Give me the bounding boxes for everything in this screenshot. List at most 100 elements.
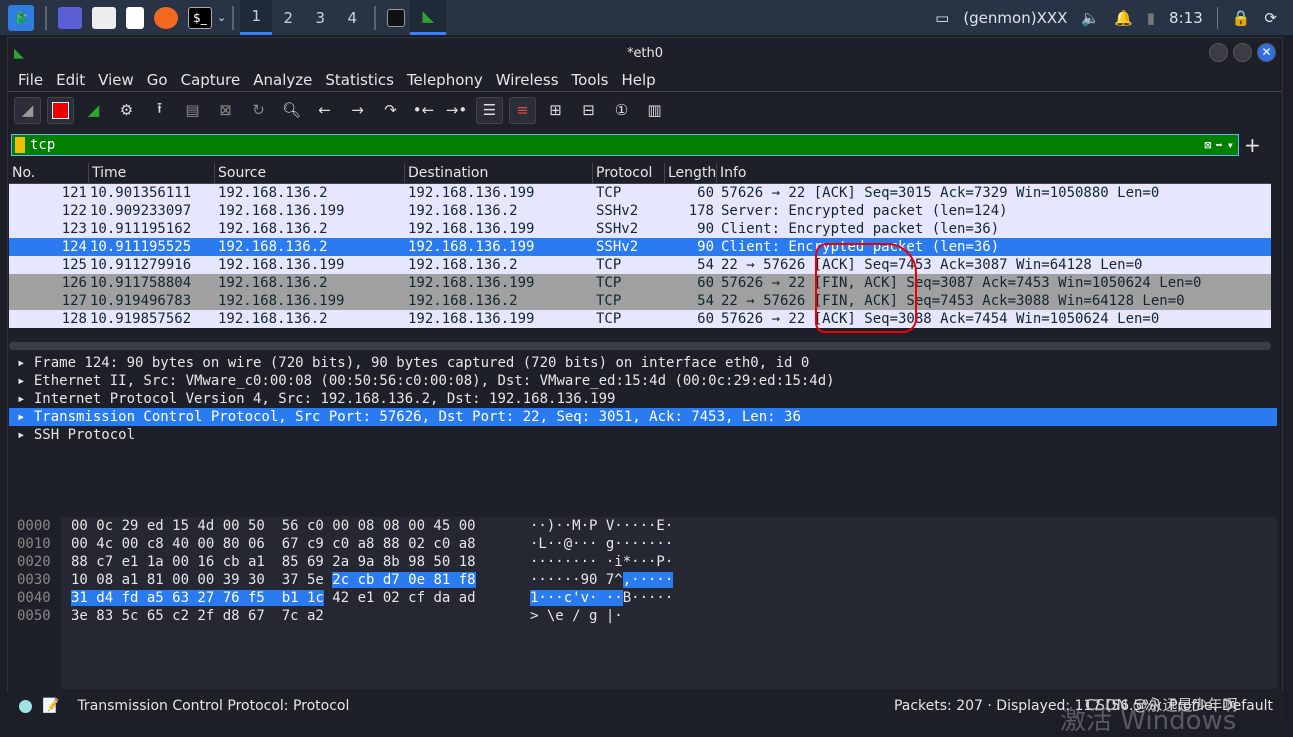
ascii-row[interactable]: ······90 7^,····· xyxy=(530,571,674,589)
genmon-label[interactable]: (genmon)XXX xyxy=(963,9,1067,27)
first-packet-icon[interactable]: •← xyxy=(410,97,437,124)
workspace-2[interactable]: 2 xyxy=(272,0,304,35)
packet-row[interactable]: 125 10.911279916 192.168.136.199 192.168.13… xyxy=(9,256,1271,274)
display-filter-input[interactable]: tcp ⊠ ➡ ▾ xyxy=(11,134,1239,156)
detail-ip[interactable]: ▸ Internet Protocol Version 4, Src: 192.… xyxy=(9,390,1277,408)
col-time[interactable]: Time xyxy=(89,162,215,184)
packet-row[interactable]: 127 10.919496783 192.168.136.199 192.168.13… xyxy=(9,292,1271,310)
hex-row[interactable]: 3e 83 5c 65 c2 2f d8 67 7c a2 xyxy=(71,607,476,625)
desktop-icon[interactable] xyxy=(58,6,82,29)
col-destination[interactable]: Destination xyxy=(405,162,593,184)
terminal-icon[interactable]: $_ xyxy=(188,6,212,29)
colorize-icon[interactable]: ≡ xyxy=(509,96,536,124)
find-packet-icon[interactable]: 🔍︎ xyxy=(278,97,305,124)
hex-row[interactable]: 31 d4 fd a5 63 27 76 f5 b1 1c 42 e1 02 c… xyxy=(71,589,476,607)
kali-menu-icon[interactable]: 🐉 xyxy=(8,4,34,31)
packet-row[interactable]: 121 10.901356111 192.168.136.2 192.168.136.… xyxy=(9,184,1271,202)
packet-row[interactable]: 122 10.909233097 192.168.136.199 192.168.13… xyxy=(9,202,1271,220)
battery-icon[interactable]: ▮ xyxy=(1147,9,1155,27)
bookmark-icon[interactable] xyxy=(15,137,25,153)
close-button[interactable]: ✕ xyxy=(1257,43,1276,62)
autoscroll-icon[interactable]: ☰ xyxy=(476,96,503,124)
hex-row[interactable]: 00 4c 00 c8 40 00 80 06 67 c9 c0 a8 88 0… xyxy=(71,535,476,553)
packet-row[interactable]: 123 10.911195162 192.168.136.2 192.168.136.… xyxy=(9,220,1271,238)
text-editor-icon[interactable] xyxy=(126,6,144,29)
save-file-icon[interactable]: ▤ xyxy=(179,97,206,124)
ascii-row[interactable]: ·L··@··· g······· xyxy=(530,535,673,553)
wireshark-task[interactable]: ◣ xyxy=(410,0,447,35)
apply-filter-icon[interactable]: ➡ xyxy=(1216,138,1223,152)
reload-file-icon[interactable]: ↻ xyxy=(245,97,272,124)
menu-edit[interactable]: Edit xyxy=(56,71,85,89)
ascii-row[interactable]: ··)··M·P V·····E· xyxy=(530,517,673,535)
lock-icon[interactable]: 🔒 xyxy=(1232,9,1251,27)
go-back-icon[interactable]: ← xyxy=(311,97,338,124)
terminal-task-icon[interactable] xyxy=(387,8,406,27)
normal-size-icon[interactable]: ① xyxy=(608,97,635,124)
menu-statistics[interactable]: Statistics xyxy=(325,71,394,89)
go-forward-icon[interactable]: → xyxy=(344,97,371,124)
resize-columns-icon[interactable]: ▥ xyxy=(641,97,668,124)
workspace-1[interactable]: 1 xyxy=(240,0,273,35)
capture-comment-icon[interactable]: 📝 xyxy=(42,698,59,714)
filter-text[interactable]: tcp xyxy=(30,137,55,153)
stop-capture-icon[interactable] xyxy=(47,96,74,124)
volume-icon[interactable]: 🔈 xyxy=(1081,9,1100,27)
ascii-row[interactable]: 1···c'v· ··B····· xyxy=(530,589,673,607)
ascii-row[interactable]: > \e / g |· xyxy=(530,607,673,625)
byte-offset[interactable]: 0020 xyxy=(17,553,61,571)
menu-tools[interactable]: Tools xyxy=(572,71,609,89)
byte-offset[interactable]: 0030 xyxy=(17,571,61,589)
expert-info-icon[interactable] xyxy=(19,699,32,713)
open-file-icon[interactable]: ⭱ xyxy=(146,97,173,124)
ascii-row[interactable]: ········ ·i*···P· xyxy=(530,553,673,571)
go-to-packet-icon[interactable]: ↷ xyxy=(377,97,404,124)
close-file-icon[interactable]: ⊠ xyxy=(212,97,239,124)
workspace-4[interactable]: 4 xyxy=(336,0,368,35)
menu-go[interactable]: Go xyxy=(147,71,168,89)
col-info[interactable]: Info xyxy=(717,163,1271,184)
hex-row[interactable]: 00 0c 29 ed 15 4d 00 50 56 c0 00 08 08 0… xyxy=(71,517,476,535)
capture-options-icon[interactable]: ⚙ xyxy=(113,97,140,124)
menu-capture[interactable]: Capture xyxy=(181,71,241,89)
detail-tcp[interactable]: ▸ Transmission Control Protocol, Src Por… xyxy=(9,408,1277,426)
minimize-button[interactable] xyxy=(1209,43,1228,62)
chevron-down-icon[interactable]: ⌄ xyxy=(217,11,226,24)
restart-capture-icon[interactable]: ◢ xyxy=(80,97,107,124)
detail-ssh[interactable]: ▸ SSH Protocol xyxy=(9,426,1277,444)
filter-dropdown-icon[interactable]: ▾ xyxy=(1227,138,1234,152)
firefox-icon[interactable] xyxy=(154,6,178,29)
add-filter-button[interactable]: + xyxy=(1244,133,1261,157)
zoom-in-icon[interactable]: ⊞ xyxy=(542,97,569,124)
packet-row[interactable]: 126 10.911758804 192.168.136.2 192.168.136.… xyxy=(9,274,1271,292)
detail-ethernet[interactable]: ▸ Ethernet II, Src: VMware_c0:00:08 (00:… xyxy=(9,372,1277,390)
hex-row[interactable]: 10 08 a1 81 00 00 39 30 37 5e 2c cb d7 0… xyxy=(71,571,476,589)
col-protocol[interactable]: Protocol xyxy=(593,162,665,184)
network-icon[interactable]: ▭ xyxy=(935,9,949,27)
hex-row[interactable]: 88 c7 e1 1a 00 16 cb a1 85 69 2a 9a 8b 9… xyxy=(71,553,476,571)
packet-row[interactable]: 128 10.919857562 192.168.136.2 192.168.136.… xyxy=(9,310,1271,328)
menu-telephony[interactable]: Telephony xyxy=(407,71,483,89)
menu-file[interactable]: File xyxy=(18,71,43,89)
col-source[interactable]: Source xyxy=(215,162,405,184)
workspace-3[interactable]: 3 xyxy=(304,0,336,35)
byte-offset[interactable]: 0010 xyxy=(17,535,61,553)
col-no[interactable]: No. xyxy=(9,162,89,184)
horizontal-scrollbar[interactable] xyxy=(9,342,1271,350)
clear-filter-icon[interactable]: ⊠ xyxy=(1204,138,1211,152)
detail-frame[interactable]: ▸ Frame 124: 90 bytes on wire (720 bits)… xyxy=(9,354,1277,372)
clock[interactable]: 8:13 xyxy=(1169,9,1203,27)
maximize-button[interactable] xyxy=(1233,43,1252,62)
menu-wireless[interactable]: Wireless xyxy=(496,71,559,89)
file-manager-icon[interactable] xyxy=(92,6,116,29)
menu-help[interactable]: Help xyxy=(621,71,655,89)
menu-analyze[interactable]: Analyze xyxy=(253,71,312,89)
byte-offset[interactable]: 0000 xyxy=(17,517,61,535)
zoom-out-icon[interactable]: ⊟ xyxy=(575,97,602,124)
packet-row[interactable]: 124 10.911195525 192.168.136.2 192.168.136.… xyxy=(9,238,1271,256)
col-length[interactable]: Length xyxy=(665,162,717,184)
byte-offset[interactable]: 0050 xyxy=(17,607,61,625)
start-capture-icon[interactable]: ◢ xyxy=(14,96,41,124)
notification-bell-icon[interactable]: 🔔 xyxy=(1114,9,1133,27)
menu-view[interactable]: View xyxy=(98,71,134,89)
